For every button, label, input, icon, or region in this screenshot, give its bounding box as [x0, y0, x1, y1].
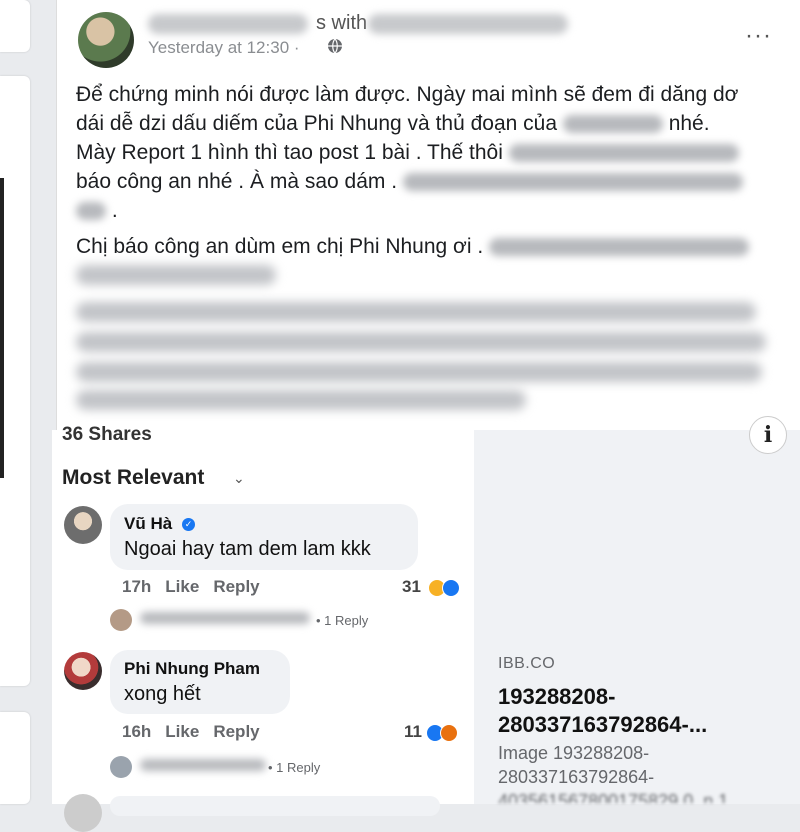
redacted-text: [76, 265, 276, 285]
avatar: [110, 609, 132, 631]
post-line: dái dễ dzi dấu diếm của Phi Nhung và thủ…: [76, 109, 710, 138]
author-avatar[interactable]: [78, 12, 134, 68]
comment-sort-dropdown[interactable]: Most Relevant: [62, 466, 204, 490]
like-reaction-icon: [442, 579, 460, 597]
globe-icon: [328, 38, 342, 54]
chevron-down-icon[interactable]: ⌄: [233, 470, 245, 487]
post-line-text: báo công an nhé . À mà sao dám .: [76, 170, 398, 193]
reply-button[interactable]: Reply: [213, 722, 259, 741]
avatar[interactable]: [64, 794, 102, 832]
post-line: Chị báo công an dùm em chị Phi Nhung ơi …: [76, 232, 750, 261]
left-panel-dark-strip: [0, 178, 4, 478]
left-panel-fragment-top: [0, 0, 30, 52]
comment-bubble: [110, 796, 440, 816]
post-line: .: [76, 196, 118, 225]
view-replies-label[interactable]: 1 Reply: [324, 613, 368, 628]
avatar: [110, 756, 132, 778]
view-replies-label[interactable]: 1 Reply: [276, 760, 320, 775]
redacted-paragraph: [76, 390, 526, 410]
link-description-line: Image 193288208-: [498, 743, 650, 763]
link-title[interactable]: 193288208-280337163792864-...: [498, 683, 798, 739]
more-options-icon[interactable]: ···: [745, 22, 772, 50]
comment-actions: 17h Like Reply: [122, 577, 274, 597]
avatar[interactable]: [64, 506, 102, 544]
avatar[interactable]: [64, 652, 102, 690]
info-icon[interactable]: i: [749, 416, 787, 454]
redacted-text: [402, 173, 743, 192]
redacted-text: [140, 612, 310, 624]
post-line-text: Chị báo công an dùm em chị Phi Nhung ơi …: [76, 235, 484, 258]
post-line: báo công an nhé . À mà sao dám .: [76, 167, 743, 196]
like-button[interactable]: Like: [165, 577, 199, 596]
post-line-text: .: [111, 199, 118, 222]
angry-reaction-icon: [440, 724, 458, 742]
post-line-text: Mày Report 1 hình thì tao post 1 bài . T…: [76, 141, 503, 164]
reaction-count[interactable]: 31: [402, 577, 421, 597]
redacted-text: [76, 202, 106, 221]
comment-time[interactable]: 17h: [122, 577, 151, 596]
redacted-text: [508, 144, 739, 163]
comment-text: xong hết: [124, 683, 201, 705]
comment-time[interactable]: 16h: [122, 722, 151, 741]
redacted-text: [562, 115, 663, 134]
redacted-paragraph: [76, 332, 766, 352]
view-replies-link[interactable]: • 1 Reply: [268, 760, 320, 775]
post-line-text: dái dễ dzi dấu diếm của Phi Nhung và thủ…: [76, 112, 558, 135]
link-description-line: 403561567800175829 0_n 1: [498, 791, 729, 803]
comment-text: Ngoai hay tam dem lam kkk: [124, 538, 371, 560]
post-timestamp[interactable]: Yesterday at 12:30 ·: [148, 38, 300, 58]
link-domain: IBB.CO: [498, 655, 556, 672]
author-name-blurred: [148, 14, 308, 34]
link-description: Image 193288208- 280337163792864- 403561…: [498, 741, 798, 803]
redacted-paragraph: [76, 302, 756, 322]
redacted-paragraph: [76, 362, 762, 382]
redacted-text: [489, 238, 750, 257]
like-button[interactable]: Like: [165, 722, 199, 741]
comment-author[interactable]: Vũ Hà: [124, 514, 172, 534]
comment-author[interactable]: Phi Nhung Pham: [124, 659, 260, 679]
tagged-name-blurred: [368, 14, 568, 34]
comment-actions: 16h Like Reply: [122, 722, 274, 742]
left-panel-fragment: [0, 76, 30, 686]
post-line: Mày Report 1 hình thì tao post 1 bài . T…: [76, 138, 739, 167]
check-icon: ✓: [182, 518, 195, 531]
view-replies-link[interactable]: • 1 Reply: [316, 613, 368, 628]
post-line: Để chứng minh nói được làm được. Ngày ma…: [76, 83, 739, 106]
post-line-text: nhé.: [668, 112, 710, 135]
redacted-text: [140, 759, 266, 771]
author-name-fragment: s with: [316, 12, 368, 34]
reply-button[interactable]: Reply: [213, 577, 259, 596]
left-panel-fragment-bottom: [0, 712, 30, 804]
link-description-line: 280337163792864-: [498, 767, 655, 787]
shares-count[interactable]: 36 Shares: [62, 424, 152, 446]
reaction-count[interactable]: 11: [404, 722, 422, 742]
